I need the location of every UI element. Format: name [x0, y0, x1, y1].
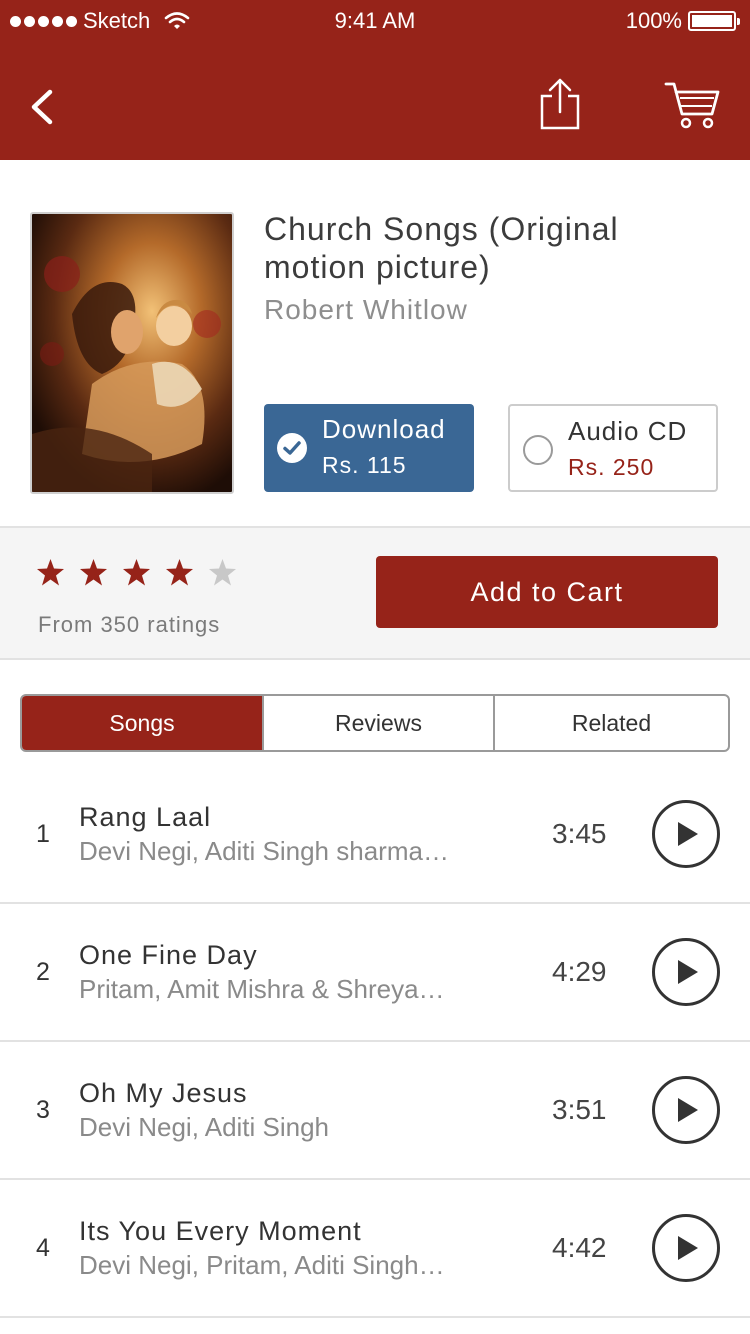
play-icon	[678, 1236, 698, 1260]
back-button[interactable]	[22, 80, 66, 134]
song-list: 1 Rang Laal Devi Negi, Aditi Singh sharm…	[0, 766, 750, 1318]
rating-section: From 350 ratings Add to Cart	[0, 526, 750, 660]
share-button[interactable]	[534, 74, 586, 134]
song-artists: Devi Negi, Aditi Singh	[79, 1112, 330, 1142]
tab-related[interactable]: Related	[493, 696, 728, 750]
album-artist: Robert Whitlow	[264, 294, 468, 325]
battery-area: 100%	[625, 8, 740, 34]
rating-count: From 350 ratings	[38, 612, 221, 637]
song-duration: 3:51	[552, 1094, 607, 1125]
song-duration: 4:42	[552, 1232, 607, 1263]
check-circle-icon	[277, 433, 307, 463]
play-button[interactable]	[652, 938, 720, 1006]
song-artists: Devi Negi, Pritam, Aditi Singh…	[79, 1250, 445, 1280]
album-header: Church Songs (Original motion picture) R…	[0, 160, 750, 526]
share-icon	[540, 78, 580, 130]
tab-reviews[interactable]: Reviews	[262, 696, 493, 750]
star-filled-icon	[80, 559, 107, 586]
album-cover	[30, 212, 234, 494]
add-to-cart-button[interactable]: Add to Cart	[376, 556, 718, 628]
play-button[interactable]	[652, 1214, 720, 1282]
radio-unchecked-icon	[523, 435, 553, 465]
status-bar: Sketch 9:41 AM 100%	[0, 0, 750, 40]
star-filled-icon	[123, 559, 150, 586]
album-title: Church Songs (Original motion picture)	[264, 211, 619, 285]
star-rating	[36, 558, 237, 587]
song-title: One Fine Day	[79, 940, 258, 970]
song-row[interactable]: 1 Rang Laal Devi Negi, Aditi Singh sharm…	[0, 766, 750, 904]
song-number: 4	[36, 1234, 50, 1262]
audio-cd-price: Rs. 250	[568, 454, 655, 480]
play-icon	[678, 822, 698, 846]
segmented-tabs: Songs Reviews Related	[20, 694, 730, 752]
song-number: 2	[36, 958, 50, 986]
song-duration: 4:29	[552, 956, 607, 987]
song-title: Oh My Jesus	[79, 1078, 248, 1108]
download-option[interactable]: Download Rs. 115	[264, 404, 474, 492]
play-icon	[678, 960, 698, 984]
play-button[interactable]	[652, 800, 720, 868]
shopping-cart-icon	[664, 82, 720, 129]
tab-songs[interactable]: Songs	[22, 696, 262, 750]
battery-icon	[688, 11, 740, 31]
play-icon	[678, 1098, 698, 1122]
cart-button[interactable]	[662, 78, 722, 132]
song-number: 3	[36, 1096, 50, 1124]
song-number: 1	[36, 820, 50, 848]
star-filled-icon	[166, 559, 193, 586]
song-title: Rang Laal	[79, 802, 212, 832]
audio-cd-option[interactable]: Audio CD Rs. 250	[508, 404, 718, 492]
song-artists: Pritam, Amit Mishra & Shreya…	[79, 974, 445, 1004]
song-row[interactable]: 4 Its You Every Moment Devi Negi, Pritam…	[0, 1180, 750, 1318]
song-row[interactable]: 3 Oh My Jesus Devi Negi, Aditi Singh 3:5…	[0, 1042, 750, 1180]
star-empty-icon	[209, 559, 236, 586]
download-label: Download	[322, 414, 446, 444]
nav-bar: Sketch 9:41 AM 100%	[0, 0, 750, 160]
star-filled-icon	[37, 559, 64, 586]
song-title: Its You Every Moment	[79, 1216, 362, 1246]
audio-cd-label: Audio CD	[568, 416, 688, 446]
song-duration: 3:45	[552, 818, 607, 849]
play-button[interactable]	[652, 1076, 720, 1144]
battery-percent: 100%	[625, 8, 682, 33]
song-row[interactable]: 2 One Fine Day Pritam, Amit Mishra & Shr…	[0, 904, 750, 1042]
chevron-left-icon	[31, 89, 53, 125]
song-artists: Devi Negi, Aditi Singh sharma…	[79, 836, 449, 866]
download-price: Rs. 115	[322, 452, 407, 478]
